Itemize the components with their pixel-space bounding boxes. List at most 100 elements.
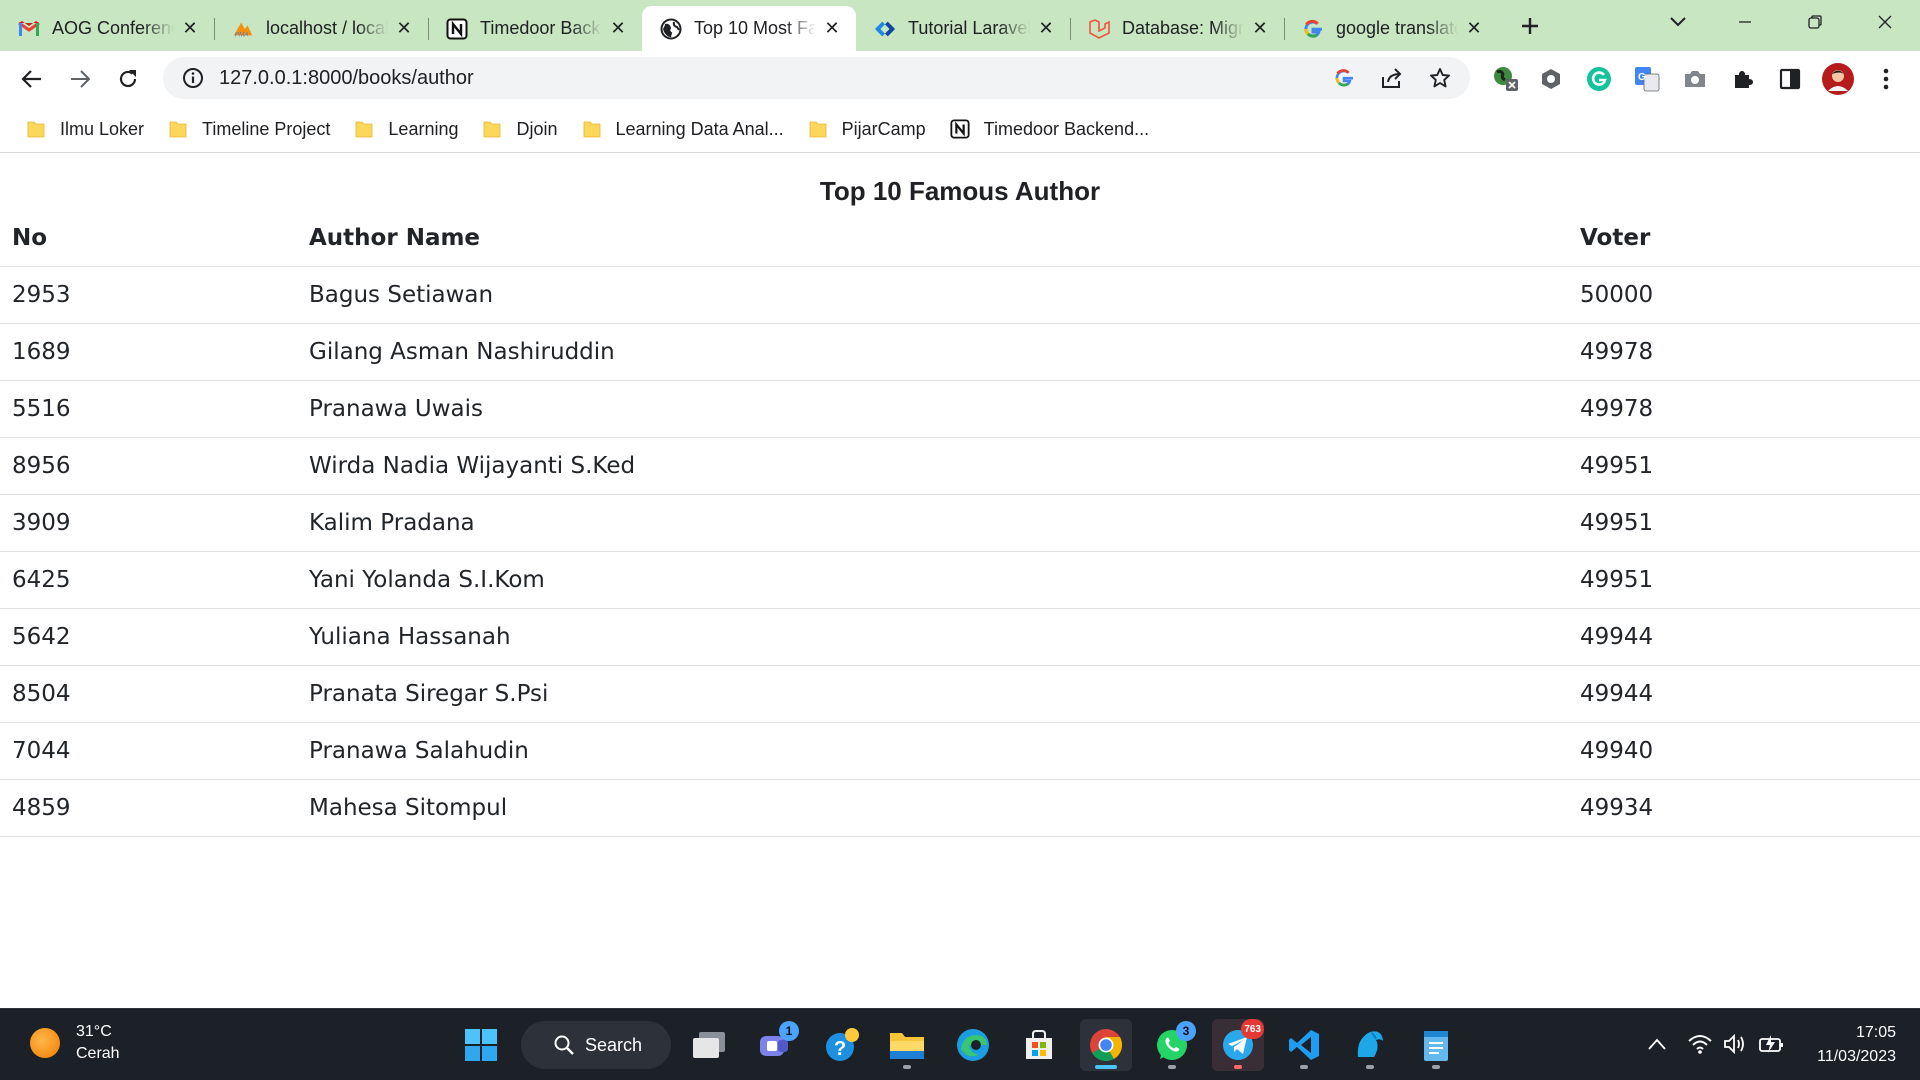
- new-tab-button[interactable]: [1510, 6, 1550, 46]
- close-window-button[interactable]: [1850, 0, 1920, 44]
- taskbar-clock[interactable]: 17:05 11/03/2023: [1817, 1021, 1896, 1069]
- tab-google-translate[interactable]: google translate ✕: [1284, 6, 1498, 51]
- cell-no: 5516: [0, 380, 297, 438]
- file-explorer-app[interactable]: [881, 1019, 933, 1071]
- notepad-app[interactable]: [1410, 1019, 1462, 1071]
- battery-button[interactable]: [1755, 1027, 1789, 1061]
- table-row: 8956 Wirda Nadia Wijayanti S.Ked 49951: [0, 437, 1920, 495]
- taskbar-search[interactable]: Search: [521, 1021, 671, 1069]
- bookmark-learning-data-analysis[interactable]: Learning Data Anal...: [570, 112, 796, 146]
- share-icon[interactable]: [1374, 60, 1410, 96]
- whatsapp-app[interactable]: 3: [1146, 1019, 1198, 1071]
- cell-no: 6425: [0, 551, 297, 609]
- close-icon[interactable]: ✕: [608, 18, 628, 39]
- weather-temperature: 31°C: [76, 1023, 112, 1040]
- tab-search-button[interactable]: [1660, 4, 1696, 40]
- side-panel-icon[interactable]: [1773, 62, 1807, 96]
- minimize-button[interactable]: [1710, 0, 1780, 44]
- weather-widget[interactable]: 31°C Cerah: [30, 1021, 120, 1065]
- weather-condition: Cerah: [76, 1045, 120, 1062]
- cell-author-name: Pranawa Salahudin: [297, 722, 1568, 780]
- cell-author-name: Gilang Asman Nashiruddin: [297, 323, 1568, 381]
- telegram-app[interactable]: 763: [1212, 1019, 1264, 1071]
- table-row: 7044 Pranawa Salahudin 49940: [0, 722, 1920, 780]
- tab-tutorial-laravel[interactable]: Tutorial Laravel ✕: [856, 6, 1070, 51]
- tab-database-migrations[interactable]: Database: Migrations ✕: [1070, 6, 1284, 51]
- volume-button[interactable]: [1718, 1027, 1752, 1061]
- cell-voter: 49978: [1568, 380, 1920, 438]
- vscode-app[interactable]: [1278, 1019, 1330, 1071]
- authors-table: No Author Name Voter 2953 Bagus Setiawan…: [0, 210, 1920, 837]
- reload-button[interactable]: [109, 60, 147, 98]
- teams-chat-app[interactable]: 1: [749, 1019, 801, 1071]
- extensions-puzzle-icon[interactable]: [1726, 62, 1760, 96]
- store-icon: [1026, 1030, 1052, 1059]
- chevron-down-icon: [1670, 17, 1686, 27]
- folder-icon: [168, 119, 188, 139]
- running-indicator: [1300, 1065, 1308, 1069]
- close-icon[interactable]: ✕: [1464, 18, 1484, 39]
- bookmark-djoin[interactable]: Djoin: [470, 112, 569, 146]
- cell-voter: 49940: [1568, 722, 1920, 780]
- bookmark-ilmu-loker[interactable]: Ilmu Loker: [14, 112, 156, 146]
- edge-app[interactable]: [947, 1019, 999, 1071]
- hexagon-extension-icon[interactable]: [1534, 62, 1568, 96]
- translate-extension-icon[interactable]: G: [1630, 62, 1664, 96]
- cell-no: 3909: [0, 494, 297, 552]
- table-row: 4859 Mahesa Sitompul 49934: [0, 779, 1920, 837]
- cell-author-name: Pranawa Uwais: [297, 380, 1568, 438]
- gmail-icon: [18, 18, 40, 40]
- bookmarks-bar: Ilmu Loker Timeline Project Learning Djo…: [0, 106, 1920, 153]
- grammarly-extension-icon[interactable]: [1582, 62, 1616, 96]
- header-voter: Voter: [1568, 210, 1920, 267]
- start-button[interactable]: [455, 1019, 507, 1071]
- forward-button[interactable]: [61, 60, 99, 98]
- task-view-button[interactable]: [683, 1019, 735, 1071]
- close-icon[interactable]: ✕: [1250, 18, 1270, 39]
- show-hidden-icons-button[interactable]: [1640, 1027, 1674, 1061]
- camera-extension-icon[interactable]: [1678, 62, 1712, 96]
- tab-aog-conference[interactable]: AOG Conference ✕: [0, 6, 214, 51]
- close-icon[interactable]: ✕: [1036, 18, 1056, 39]
- bookmark-star-icon[interactable]: [1422, 60, 1458, 96]
- chrome-app[interactable]: [1080, 1019, 1132, 1071]
- edge-icon: [957, 1029, 989, 1061]
- mysql-workbench-app[interactable]: [1344, 1019, 1396, 1071]
- site-info-icon[interactable]: [179, 64, 207, 92]
- tab-top-10-famous-author[interactable]: Top 10 Most Famous Author ✕: [642, 6, 856, 51]
- tab-timedoor-backend[interactable]: Timedoor Backend ✕: [428, 6, 642, 51]
- browser-toolbar: 127.0.0.1:8000/books/author G: [0, 51, 1920, 106]
- tab-title: Tutorial Laravel: [908, 18, 1030, 38]
- notion-icon: [446, 18, 468, 40]
- cell-author-name: Yuliana Hassanah: [297, 608, 1568, 666]
- back-button[interactable]: [13, 60, 51, 98]
- tab-title: AOG Conference: [52, 18, 174, 38]
- bookmark-pijarcamp[interactable]: PijarCamp: [796, 112, 938, 146]
- restore-button[interactable]: [1780, 0, 1850, 44]
- battery-charging-icon: [1759, 1035, 1783, 1053]
- close-icon[interactable]: ✕: [180, 18, 200, 39]
- get-help-app[interactable]: ?: [816, 1019, 868, 1071]
- table-row: 5516 Pranawa Uwais 49978: [0, 380, 1920, 438]
- profile-avatar-icon[interactable]: [1821, 62, 1855, 96]
- table-header-row: No Author Name Voter: [0, 210, 1920, 267]
- google-lens-icon[interactable]: [1326, 60, 1362, 96]
- address-bar[interactable]: 127.0.0.1:8000/books/author: [163, 57, 1470, 99]
- cell-no: 2953: [0, 266, 297, 324]
- bookmark-timedoor-backend[interactable]: Timedoor Backend...: [938, 112, 1161, 146]
- search-icon: [554, 1035, 574, 1055]
- bookmark-label: PijarCamp: [841, 118, 926, 139]
- url-text[interactable]: 127.0.0.1:8000/books/author: [219, 67, 1326, 90]
- close-icon[interactable]: ✕: [394, 18, 414, 39]
- wifi-button[interactable]: [1683, 1027, 1717, 1061]
- header-author-name: Author Name: [297, 210, 1568, 267]
- tab-localhost[interactable]: PMA localhost / localhost ✕: [214, 6, 428, 51]
- menu-kebab-icon[interactable]: [1869, 62, 1903, 96]
- cell-voter: 50000: [1568, 266, 1920, 324]
- help-icon: ?: [826, 1028, 859, 1061]
- world-extension-icon[interactable]: [1489, 62, 1523, 96]
- close-icon[interactable]: ✕: [822, 18, 842, 39]
- bookmark-timeline-project[interactable]: Timeline Project: [156, 112, 342, 146]
- microsoft-store-app[interactable]: [1013, 1019, 1065, 1071]
- bookmark-learning[interactable]: Learning: [342, 112, 470, 146]
